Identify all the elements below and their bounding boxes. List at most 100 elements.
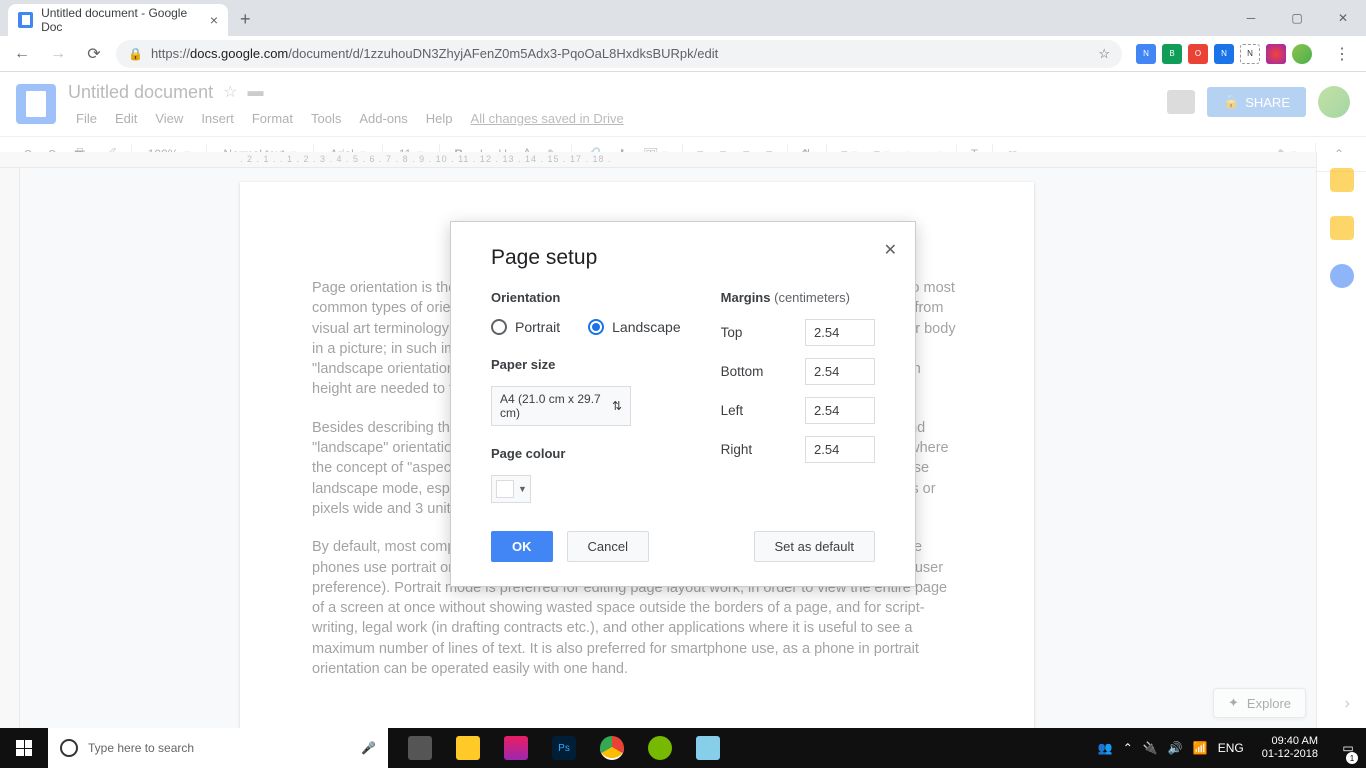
wifi-icon[interactable]: 📶	[1193, 741, 1208, 755]
extension-icon[interactable]: B	[1162, 44, 1182, 64]
taskbar-search[interactable]: Type here to search 🎤	[48, 728, 388, 768]
page-setup-dialog: ✕ Page setup Orientation Portrait Landsc…	[450, 221, 916, 587]
document-title[interactable]: Untitled document	[68, 82, 213, 103]
forward-button[interactable]: →	[44, 40, 72, 68]
windows-logo-icon	[16, 740, 32, 756]
reload-button[interactable]: ⟳	[80, 40, 108, 68]
bookmark-star-icon[interactable]: ☆	[1098, 46, 1110, 62]
vertical-ruler[interactable]	[0, 168, 20, 728]
margin-top-label: Top	[721, 325, 743, 340]
margins-label: Margins (centimeters)	[721, 290, 875, 305]
utorrent-icon[interactable]	[636, 728, 684, 768]
menu-addons[interactable]: Add-ons	[351, 107, 415, 130]
docs-logo-icon[interactable]	[16, 84, 56, 124]
cancel-button[interactable]: Cancel	[567, 531, 649, 562]
spinner-icon: ⇅	[612, 399, 622, 413]
browser-menu-button[interactable]: ⋮	[1326, 44, 1358, 64]
menu-help[interactable]: Help	[418, 107, 461, 130]
browser-tab-strip: Untitled document - Google Doc × + ─ ▢ ✕	[0, 0, 1366, 36]
tray-chevron-icon[interactable]: ⌃	[1123, 741, 1133, 755]
page-colour-label: Page colour	[491, 446, 681, 461]
menu-format[interactable]: Format	[244, 107, 301, 130]
menu-tools[interactable]: Tools	[303, 107, 349, 130]
ok-button[interactable]: OK	[491, 531, 553, 562]
dialog-title: Page setup	[491, 246, 875, 270]
margin-bottom-label: Bottom	[721, 364, 764, 379]
address-bar[interactable]: 🔒 https://docs.google.com/document/d/1zz…	[116, 40, 1122, 68]
explore-button[interactable]: ✦ Explore	[1213, 688, 1306, 718]
task-view-button[interactable]	[396, 728, 444, 768]
chevron-down-icon: ▼	[518, 484, 527, 494]
browser-toolbar: ← → ⟳ 🔒 https://docs.google.com/document…	[0, 36, 1366, 72]
url-text: https://docs.google.com/document/d/1zzuh…	[151, 46, 718, 61]
keep-icon[interactable]	[1330, 216, 1354, 240]
clock[interactable]: 09:40 AM 01-12-2018	[1254, 735, 1326, 761]
paper-size-select[interactable]: A4 (21.0 cm x 29.7 cm) ⇅	[491, 386, 631, 426]
photoshop-icon[interactable]: Ps	[540, 728, 588, 768]
extension-icon[interactable]: N	[1136, 44, 1156, 64]
landscape-radio[interactable]: Landscape	[588, 319, 681, 335]
comments-button[interactable]	[1167, 90, 1195, 114]
close-window-button[interactable]: ✕	[1320, 0, 1366, 36]
page-colour-picker[interactable]: ▼	[491, 475, 531, 503]
mic-icon[interactable]: 🎤	[361, 741, 376, 755]
paper-size-label: Paper size	[491, 357, 681, 372]
menu-view[interactable]: View	[147, 107, 191, 130]
menu-bar: File Edit View Insert Format Tools Add-o…	[68, 107, 1155, 130]
close-dialog-button[interactable]: ✕	[884, 240, 897, 260]
share-button[interactable]: 🔒 SHARE	[1207, 87, 1306, 117]
extensions-area: N B O N N	[1130, 44, 1318, 64]
menu-file[interactable]: File	[68, 107, 105, 130]
side-panel-collapse-icon[interactable]: ›	[1345, 695, 1350, 713]
save-status[interactable]: All changes saved in Drive	[463, 107, 632, 130]
menu-edit[interactable]: Edit	[107, 107, 145, 130]
minimize-button[interactable]: ─	[1228, 0, 1274, 36]
tasks-icon[interactable]	[1330, 264, 1354, 288]
lock-icon: 🔒	[1223, 94, 1239, 110]
cortana-icon	[60, 739, 78, 757]
app-icon[interactable]	[492, 728, 540, 768]
new-tab-button[interactable]: +	[228, 3, 263, 36]
side-panel	[1316, 152, 1366, 728]
back-button[interactable]: ←	[8, 40, 36, 68]
margin-top-input[interactable]	[805, 319, 875, 346]
margin-right-label: Right	[721, 442, 753, 457]
docs-favicon	[18, 12, 33, 28]
colour-preview	[496, 480, 514, 498]
windows-taskbar: Type here to search 🎤 Ps 👥 ⌃ 🔌 🔊 📶 ENG 0…	[0, 728, 1366, 768]
portrait-radio[interactable]: Portrait	[491, 319, 560, 335]
maximize-button[interactable]: ▢	[1274, 0, 1320, 36]
tab-title: Untitled document - Google Doc	[41, 6, 202, 34]
radio-checked-icon	[588, 319, 604, 335]
lock-icon: 🔒	[128, 47, 143, 61]
margin-left-label: Left	[721, 403, 744, 418]
user-avatar[interactable]	[1318, 86, 1350, 118]
calendar-icon[interactable]	[1330, 168, 1354, 192]
margin-right-input[interactable]	[805, 436, 875, 463]
margin-bottom-input[interactable]	[805, 358, 875, 385]
volume-icon[interactable]: 🔊	[1168, 741, 1183, 755]
people-icon[interactable]: 👥	[1098, 741, 1113, 755]
extension-icon[interactable]: N	[1214, 44, 1234, 64]
power-icon[interactable]: 🔌	[1143, 741, 1158, 755]
extension-icon[interactable]: O	[1188, 44, 1208, 64]
extension-icon[interactable]	[1266, 44, 1286, 64]
notification-button[interactable]: ▭ 1	[1336, 728, 1360, 768]
close-tab-icon[interactable]: ×	[210, 12, 218, 28]
docs-header: Untitled document ☆ ▬ File Edit View Ins…	[0, 72, 1366, 136]
set-default-button[interactable]: Set as default	[754, 531, 876, 562]
file-explorer-icon[interactable]	[444, 728, 492, 768]
notepad-icon[interactable]	[684, 728, 732, 768]
language-indicator[interactable]: ENG	[1218, 741, 1244, 755]
folder-icon[interactable]: ▬	[247, 83, 263, 101]
extension-icon[interactable]: N	[1240, 44, 1260, 64]
profile-avatar-icon[interactable]	[1292, 44, 1312, 64]
menu-insert[interactable]: Insert	[193, 107, 242, 130]
chrome-icon[interactable]	[588, 728, 636, 768]
orientation-label: Orientation	[491, 290, 681, 305]
browser-tab[interactable]: Untitled document - Google Doc ×	[8, 4, 228, 36]
star-icon[interactable]: ☆	[223, 82, 237, 102]
start-button[interactable]	[0, 728, 48, 768]
horizontal-ruler[interactable]: . 2 . 1 . . 1 . 2 . 3 . 4 . 5 . 6 . 7 . …	[0, 152, 1316, 168]
margin-left-input[interactable]	[805, 397, 875, 424]
